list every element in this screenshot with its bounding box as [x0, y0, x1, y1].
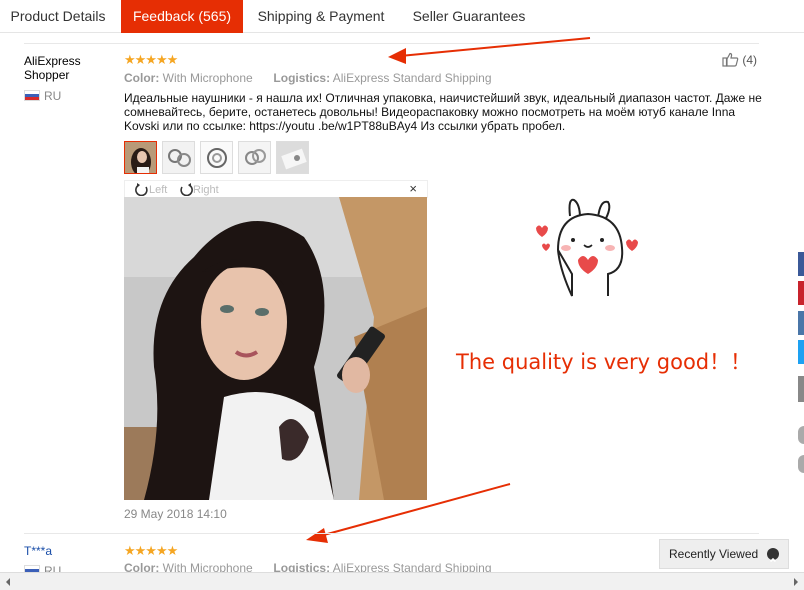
circle-button-icon[interactable]: [798, 455, 804, 473]
helpful-count: (4): [742, 53, 758, 67]
tab-feedback[interactable]: Feedback (565): [121, 0, 243, 33]
circle-button-icon[interactable]: [798, 426, 804, 444]
russia-flag-icon: [24, 90, 40, 101]
review-attributes: Color: With Microphone Logistics: AliExp…: [124, 71, 492, 85]
facebook-share-icon[interactable]: [798, 252, 804, 276]
vk-share-icon[interactable]: [798, 311, 804, 335]
close-icon[interactable]: ×: [409, 181, 417, 196]
horizontal-scrollbar[interactable]: [0, 572, 804, 590]
tab-seller-guarantees[interactable]: Seller Guarantees: [399, 0, 539, 33]
share-more-icon[interactable]: [798, 376, 804, 402]
photo-viewer-toolbar: Left Right ×: [124, 180, 428, 198]
rotate-right-icon: [180, 183, 193, 197]
color-value: With Microphone: [162, 71, 253, 85]
chevron-up-icon: [767, 548, 779, 563]
logistics-key: Logistics:: [273, 71, 331, 85]
rotate-right-button[interactable]: Right: [179, 182, 219, 197]
star-rating: ★★★★★: [124, 543, 178, 558]
tab-shipping-payment[interactable]: Shipping & Payment: [248, 0, 394, 33]
recently-viewed-button[interactable]: Recently Viewed: [659, 539, 789, 569]
annotation-text: The quality is very good！！: [456, 350, 752, 374]
tab-product-details[interactable]: Product Details: [0, 0, 116, 33]
scroll-left-icon[interactable]: [4, 577, 12, 587]
color-key: Color:: [124, 71, 160, 85]
twitter-share-icon[interactable]: [798, 340, 804, 364]
reviewer-country: RU: [24, 89, 61, 103]
helpful-button[interactable]: (4): [722, 52, 757, 67]
scroll-right-icon[interactable]: [792, 577, 800, 587]
review-date: 29 May 2018 14:10: [124, 507, 227, 521]
logistics-value: AliExpress Standard Shipping: [332, 71, 492, 85]
rotate-left-button[interactable]: Left: [135, 182, 167, 197]
arrow-icon: [306, 483, 511, 543]
recently-viewed-label: Recently Viewed: [669, 547, 759, 561]
bunny-sticker: [528, 190, 648, 302]
arrow-icon: [388, 37, 591, 64]
review-divider: [24, 533, 759, 534]
photo-thumbnail[interactable]: [162, 141, 195, 174]
review-photo: [124, 197, 427, 500]
photo-thumbnail[interactable]: [124, 141, 157, 174]
photo-thumbnail[interactable]: [276, 141, 309, 174]
review-text: Идеальные наушники - я нашла их! Отлична…: [124, 91, 762, 133]
star-rating: ★★★★★: [124, 52, 178, 67]
thumbs-up-icon: [722, 52, 739, 67]
pinterest-share-icon[interactable]: [798, 281, 804, 305]
country-code: RU: [44, 89, 62, 103]
reviewer-name[interactable]: T***a: [24, 544, 114, 558]
rotate-left-icon: [135, 183, 148, 197]
photo-thumbnail[interactable]: [238, 141, 271, 174]
tab-bar: Product Details Feedback (565) Shipping …: [0, 0, 804, 33]
reviewer-name: AliExpress Shopper: [24, 54, 81, 82]
photo-thumbnail[interactable]: [200, 141, 233, 174]
